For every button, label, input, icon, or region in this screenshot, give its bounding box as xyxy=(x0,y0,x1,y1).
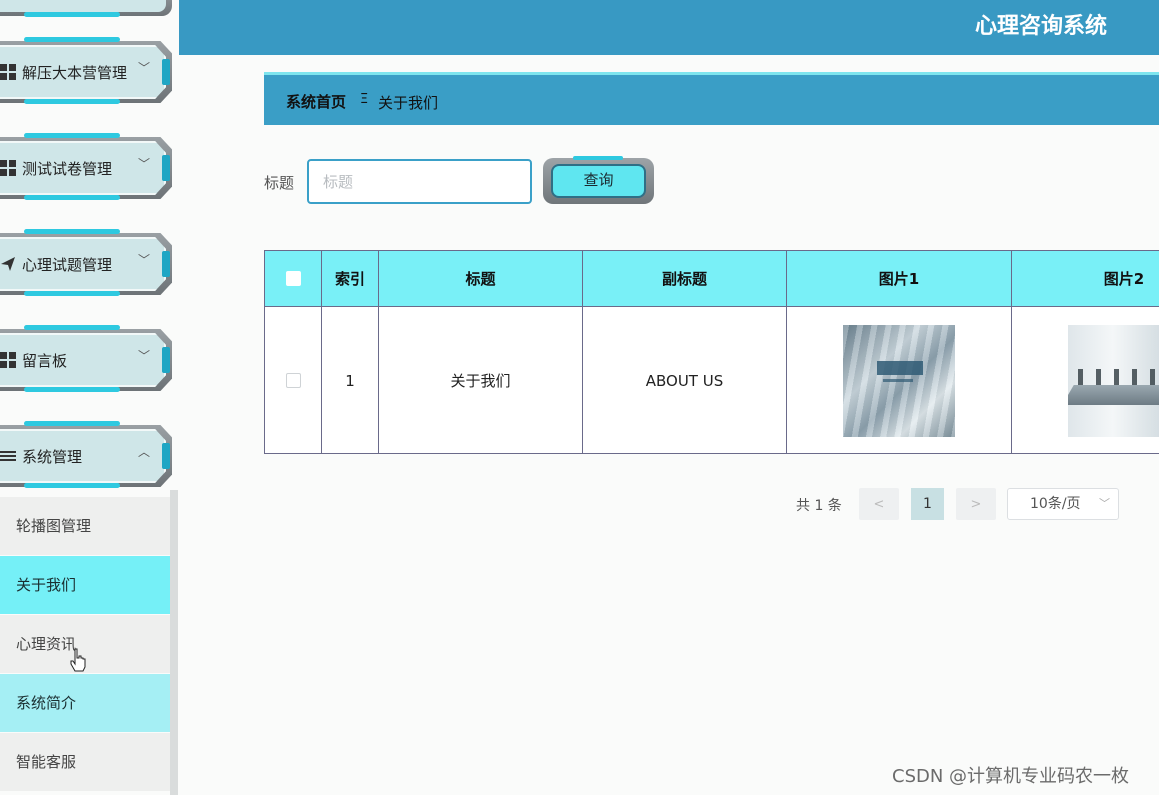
cell-subtitle: ABOUT US xyxy=(583,307,787,453)
row-select[interactable] xyxy=(265,307,322,453)
search-label: 标题 xyxy=(264,174,295,192)
send-icon xyxy=(1,257,15,271)
cell-title: 关于我们 xyxy=(379,307,583,453)
sidebar-item-label: 解压大本营管理 xyxy=(22,64,128,82)
sidebar-item-label: 留言板 xyxy=(22,352,68,370)
sidebar-item-label: 测试试卷管理 xyxy=(22,160,113,178)
title-search-input[interactable] xyxy=(307,159,532,204)
sidebar-scroll-edge xyxy=(170,490,178,795)
data-table: 索引 标题 副标题 图片1 图片2 1 关于我们 ABOUT US xyxy=(264,250,1159,454)
pagination-total: 共 1 条 xyxy=(796,498,842,514)
cell-image2 xyxy=(1012,307,1159,453)
grid-icon xyxy=(0,160,16,176)
top-header: 心理咨询系统 xyxy=(179,0,1159,55)
grid-icon xyxy=(0,64,16,80)
about-us-image-1[interactable] xyxy=(843,324,955,437)
about-us-image-2[interactable] xyxy=(1068,324,1159,437)
breadcrumb-home[interactable]: 系统首页 xyxy=(286,91,346,112)
cell-index: 1 xyxy=(322,307,379,453)
hand-cursor-icon xyxy=(70,648,86,672)
sidebar-item-questions[interactable]: 心理试题管理 ﹀ xyxy=(0,227,172,299)
chevron-down-icon: ﹀ xyxy=(138,61,151,75)
sidebar-item-decompress[interactable]: 解压大本营管理 ﹀ xyxy=(0,35,172,107)
chevron-down-icon: ﹀ xyxy=(1099,497,1110,510)
watermark: CSDN @计算机专业码农一枚 xyxy=(892,766,1130,787)
header-title: 标题 xyxy=(379,251,583,306)
query-button-label: 查询 xyxy=(551,164,646,198)
header-image2: 图片2 xyxy=(1012,251,1159,306)
breadcrumb-current: 关于我们 xyxy=(378,94,439,112)
sidebar-item-message-board[interactable]: 留言板 ﹀ xyxy=(0,323,172,395)
row-checkbox[interactable] xyxy=(285,373,301,388)
chevron-up-icon: ︿ xyxy=(138,445,151,459)
breadcrumb-separator: Ξ xyxy=(360,92,369,107)
header-index: 索引 xyxy=(322,251,379,306)
sidebar-item-test-paper[interactable]: 测试试卷管理 ﹀ xyxy=(0,131,172,203)
submenu-item-news[interactable]: 心理资讯 xyxy=(0,615,178,673)
page-size-value: 10条/页 xyxy=(1030,496,1081,512)
cell-image1 xyxy=(787,307,1012,453)
page-size-select[interactable]: 10条/页 ﹀ xyxy=(1007,488,1119,520)
submenu-item-intro[interactable]: 系统简介 xyxy=(0,674,178,732)
chevron-down-icon: ﹀ xyxy=(138,253,151,267)
header-image1: 图片1 xyxy=(787,251,1012,306)
sidebar: 解压大本营管理 ﹀ 测试试卷管理 ﹀ 心理试题管理 ﹀ 留言板 ﹀ 系统管理 ︿… xyxy=(0,0,180,795)
pagination-next-button[interactable]: > xyxy=(956,488,996,520)
sidebar-top-menu-stub[interactable] xyxy=(0,0,172,17)
sidebar-item-system[interactable]: 系统管理 ︿ xyxy=(0,419,172,491)
app-title: 心理咨询系统 xyxy=(974,14,1107,39)
sidebar-item-label: 心理试题管理 xyxy=(22,256,113,274)
image-1-caption xyxy=(877,360,923,375)
grid-icon xyxy=(0,352,16,368)
header-select-all[interactable] xyxy=(265,251,322,306)
table-header: 索引 标题 副标题 图片1 图片2 xyxy=(265,251,1159,306)
chevron-down-icon: ﹀ xyxy=(138,157,151,171)
submenu-item-customer-service[interactable]: 智能客服 xyxy=(0,733,178,791)
submenu-item-about-us[interactable]: 关于我们 xyxy=(0,556,178,614)
table-row[interactable]: 1 关于我们 ABOUT US xyxy=(265,306,1159,453)
submenu-item-carousel[interactable]: 轮播图管理 xyxy=(0,497,178,555)
list-icon xyxy=(0,451,16,461)
breadcrumb: 系统首页 Ξ 关于我们 xyxy=(264,72,1159,125)
chevron-down-icon: ﹀ xyxy=(138,349,151,363)
sidebar-item-label: 系统管理 xyxy=(22,448,83,466)
header-subtitle: 副标题 xyxy=(583,251,787,306)
query-button[interactable]: 查询 xyxy=(543,156,654,204)
pagination-page-1[interactable]: 1 xyxy=(911,488,944,520)
pagination-prev-button[interactable]: < xyxy=(859,488,899,520)
select-all-checkbox[interactable] xyxy=(285,271,301,286)
